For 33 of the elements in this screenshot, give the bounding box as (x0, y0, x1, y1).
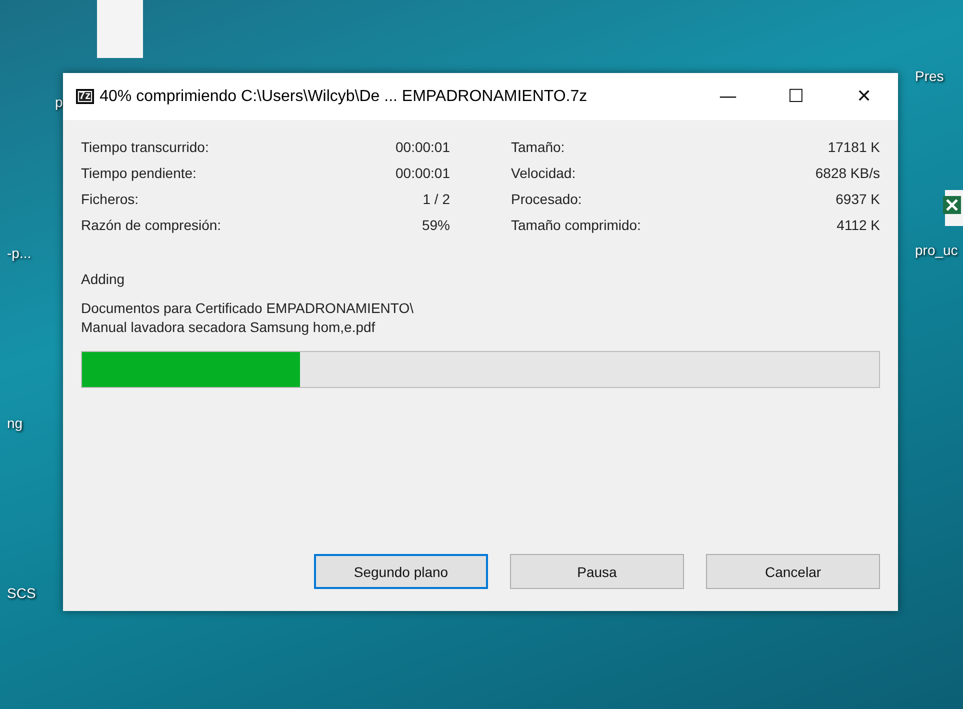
stat-value: 1 / 2 (422, 190, 450, 209)
desktop-icon-label[interactable]: SCS (7, 585, 36, 601)
stat-label: Tamaño comprimido: (511, 216, 642, 235)
minimize-button[interactable]: — (694, 73, 762, 120)
stat-value: 00:00:01 (396, 138, 450, 157)
stat-value: 6937 K (834, 190, 880, 209)
stat-label: Tamaño: (511, 138, 566, 157)
stat-value: 00:00:01 (396, 164, 450, 183)
desktop-icon-label[interactable]: p (55, 94, 63, 110)
dialog-button[interactable]: Pausa (510, 554, 684, 589)
stat-label: Velocidad: (511, 164, 577, 183)
stat-label: Ficheros: (81, 190, 140, 209)
stat-value: 6828 KB/s (815, 164, 880, 183)
spreadsheet-icon[interactable] (943, 190, 963, 226)
operation-label: Adding (81, 270, 126, 289)
desktop-icon-label[interactable]: -p... (7, 245, 32, 261)
stat-label: Procesado: (511, 190, 583, 209)
file-path: Documentos para Certificado EMPADRONAMIENTO\ (81, 299, 414, 318)
stat-value: 4112 K (836, 216, 880, 235)
close-button[interactable]: ✕ (830, 73, 898, 120)
file-path: Manual lavadora secadora Samsung hom,e.pdf (81, 318, 376, 337)
stat-label: Tiempo pendiente: (81, 164, 198, 183)
desktop-icon-label[interactable]: pro_uc (915, 242, 958, 258)
maximize-button[interactable]: ☐ (762, 73, 830, 120)
desktop-icon-label[interactable]: ng (7, 415, 23, 431)
stat-value: 17181 K (826, 138, 880, 157)
stat-label: Tiempo transcurrido: (81, 138, 210, 157)
window-title: 40% comprimiendo C:\Users\Wilcyb\De ... EMPADRONAMIENTO.7z (100, 88, 588, 106)
stat-value: 59% (420, 216, 450, 235)
dialog-button[interactable]: Cancelar (706, 554, 880, 589)
stat-label: Razón de compresión: (81, 216, 222, 235)
desktop-icon-label[interactable]: Pres (915, 68, 944, 84)
dialog-button[interactable]: Segundo plano (314, 554, 488, 589)
